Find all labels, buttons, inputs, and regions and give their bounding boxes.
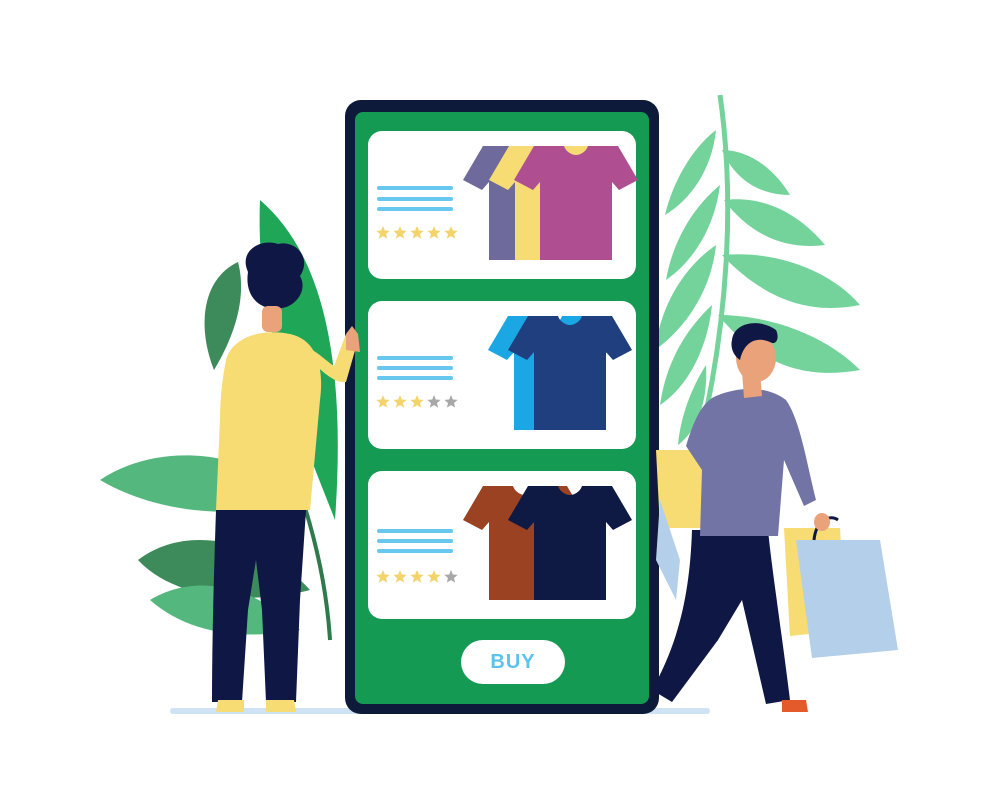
shirt [686, 388, 816, 536]
shopping-illustration: BUY [0, 0, 1000, 808]
product-description-lines [377, 186, 453, 211]
person-right [652, 323, 898, 712]
buy-button[interactable]: BUY [461, 640, 565, 684]
shirt [216, 332, 322, 510]
hand [814, 513, 830, 531]
product-description-lines [377, 529, 453, 553]
bag [796, 540, 898, 658]
shoe [216, 700, 244, 712]
hair [245, 242, 305, 309]
product-card-1[interactable] [368, 131, 638, 279]
product-list [368, 131, 638, 619]
product-description-lines [377, 356, 453, 380]
shoe [266, 700, 296, 712]
product-card-3[interactable] [368, 471, 636, 619]
neck [262, 306, 282, 332]
shoe [782, 700, 808, 712]
tshirt-stack [463, 146, 638, 260]
product-card-2[interactable] [368, 301, 636, 449]
